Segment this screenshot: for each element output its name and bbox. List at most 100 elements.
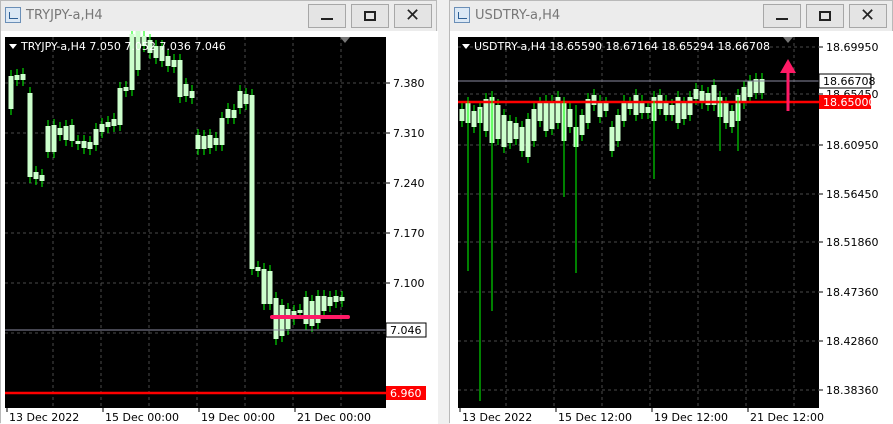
chart-header: TRYJPY-a,H4 7.050 7.052 7.036 7.046 — [20, 40, 226, 53]
candle-body — [591, 95, 597, 105]
candle-body — [243, 94, 249, 104]
candle-body — [501, 115, 507, 147]
candle-body — [57, 128, 63, 135]
price-chart[interactable]: 18.6995018.6545018.6095018.5645018.51860… — [450, 31, 893, 424]
candle-body — [309, 301, 315, 326]
chart-window-usdtry[interactable]: USDTRY-a,H4 ✕ 18.69950 18.65450 18.60950 18… — [449, 0, 893, 424]
minimize-icon — [776, 18, 788, 20]
maximize-button[interactable] — [806, 4, 844, 28]
candle-body — [627, 103, 633, 109]
candle-body — [63, 126, 69, 140]
candle-body — [543, 101, 549, 131]
close-button[interactable]: ✕ — [394, 4, 432, 28]
candle-body — [123, 87, 129, 91]
candle-body — [537, 103, 543, 121]
candle-body — [117, 88, 123, 125]
chart-window-trypjpy[interactable]: TRYJPY-a,H4 ✕ 7.380 7.310 7.240 7.170 7.100 7… — [0, 0, 438, 424]
time-label: 13 Dec 2022 — [9, 411, 79, 424]
candle-body — [249, 95, 255, 269]
time-label: 15 Dec 00:00 — [105, 411, 179, 424]
time-label: 15 Dec 12:00 — [558, 411, 632, 424]
time-label: 19 Dec 12:00 — [654, 411, 728, 424]
candle-body — [189, 91, 195, 98]
chart-app-icon — [454, 7, 470, 23]
candle-body — [669, 105, 675, 115]
candle-body — [207, 135, 213, 148]
candle-body — [171, 60, 177, 67]
candle-body — [339, 297, 345, 301]
price-chart[interactable]: 7.3807.3107.2407.1707.1007.0357.0466.960… — [1, 31, 438, 424]
minimize-button[interactable] — [308, 4, 346, 28]
candle-body — [69, 125, 75, 141]
price-label: 18.69950 — [826, 41, 879, 54]
candle-body — [111, 119, 117, 126]
candle-body — [99, 124, 105, 132]
level-price-label: 6.960 — [390, 387, 422, 400]
candle-body — [267, 271, 273, 304]
candle-body — [519, 127, 525, 151]
candle-body — [105, 122, 111, 127]
candle-body — [177, 60, 183, 97]
time-label: 19 Dec 00:00 — [201, 411, 275, 424]
maximize-button[interactable] — [351, 4, 389, 28]
candle-body — [93, 129, 99, 145]
candle-body — [87, 142, 93, 149]
price-label: 7.310 — [393, 127, 425, 140]
candle-body — [603, 103, 609, 111]
candle-body — [75, 141, 81, 144]
time-label: 13 Dec 2022 — [462, 411, 532, 424]
candle-body — [579, 115, 585, 135]
window-titlebar[interactable]: TRYJPY-a,H4 ✕ — [1, 1, 436, 31]
chart-header: USDTRY-a,H4 18.65590 18.67164 18.65294 1… — [474, 40, 770, 53]
price-label: 18.47360 — [826, 286, 879, 299]
maximize-icon — [364, 11, 376, 21]
candle-body — [261, 269, 267, 304]
candle-body — [741, 87, 747, 103]
minimize-button[interactable] — [763, 4, 801, 28]
time-label: 21 Dec 00:00 — [297, 411, 371, 424]
price-label: 7.100 — [393, 277, 425, 290]
candle-body — [201, 136, 207, 149]
close-icon: ✕ — [860, 5, 876, 26]
candle-body — [8, 76, 14, 109]
candle-body — [297, 310, 303, 313]
candle-body — [495, 105, 501, 139]
chart-app-icon — [5, 7, 21, 23]
candle-body — [723, 103, 729, 123]
price-label: 18.60950 — [826, 139, 879, 152]
candle-body — [507, 121, 513, 143]
candle-body — [615, 115, 621, 141]
candle-body — [51, 125, 57, 152]
window-title: TRYJPY-a,H4 — [26, 8, 103, 23]
candle-body — [729, 111, 735, 127]
price-label: 18.51860 — [826, 236, 879, 249]
candle-body — [219, 118, 225, 145]
candle-body — [747, 81, 753, 97]
plot-area — [5, 37, 386, 408]
candle-body — [27, 93, 33, 177]
close-button[interactable]: ✕ — [849, 4, 887, 28]
candle-body — [255, 267, 261, 271]
candle-body — [483, 99, 489, 131]
candle-body — [213, 138, 219, 145]
candle-body — [525, 119, 531, 157]
minimize-icon — [321, 18, 333, 20]
time-label: 21 Dec 12:00 — [750, 411, 824, 424]
level-price-label: 18.65000 — [823, 96, 876, 109]
candle-body — [195, 135, 201, 149]
current-price-label: 18.66708 — [823, 75, 876, 88]
candle-body — [303, 297, 309, 324]
candle-body — [333, 296, 339, 302]
candle-body — [687, 97, 693, 115]
price-label: 7.170 — [393, 227, 425, 240]
candle-body — [459, 109, 465, 121]
candle-body — [633, 95, 639, 115]
candle-body — [681, 103, 687, 119]
window-titlebar[interactable]: USDTRY-a,H4 ✕ — [450, 1, 892, 31]
price-label: 7.380 — [393, 77, 425, 90]
candle-body — [321, 296, 327, 311]
current-price-label: 7.046 — [390, 324, 422, 337]
candle-body — [609, 127, 615, 151]
candle-body — [183, 84, 189, 96]
candle-body — [645, 107, 651, 113]
